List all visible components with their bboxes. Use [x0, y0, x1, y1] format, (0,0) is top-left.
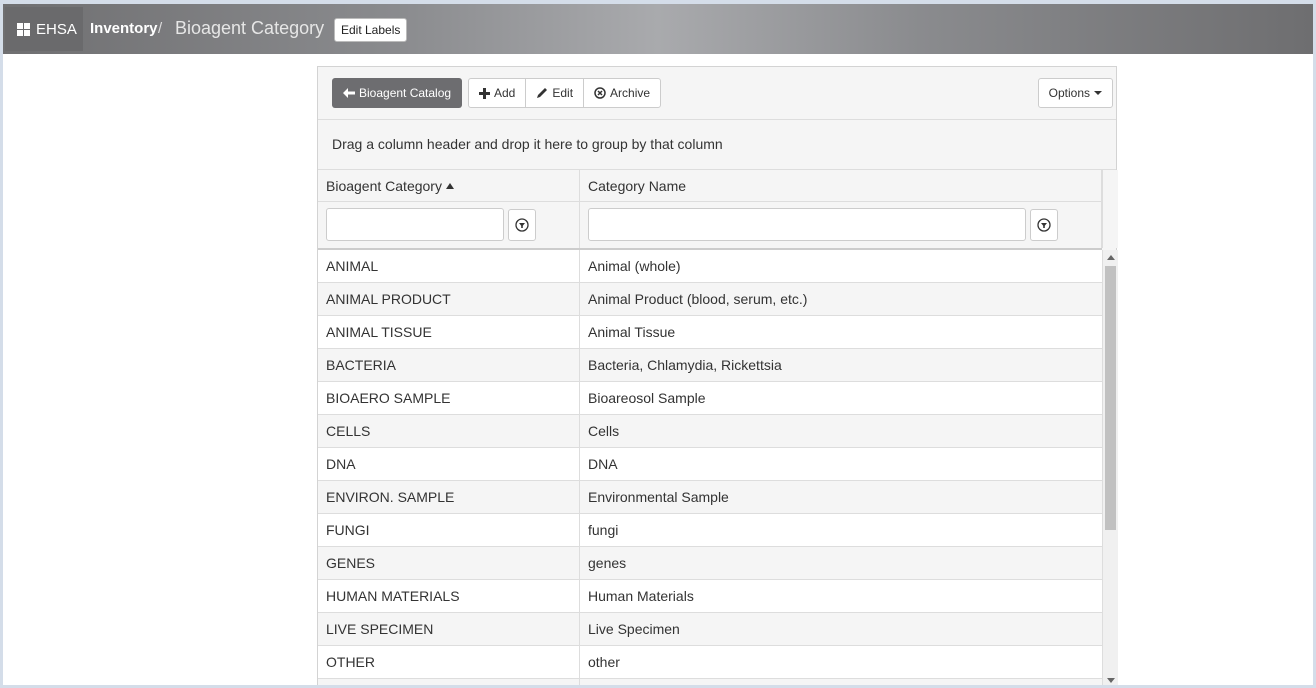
table-row[interactable]: OTHER other	[318, 646, 1102, 679]
table-row[interactable]: LIVE SPECIMEN Live Specimen	[318, 613, 1102, 646]
cell-bioagent-category: ANIMAL	[318, 250, 580, 282]
cell-bioagent-category: BIOAERO SAMPLE	[318, 382, 580, 414]
add-button[interactable]: Add	[468, 78, 527, 108]
grid-body: ANIMAL Animal (whole) ANIMAL PRODUCT Ani…	[318, 250, 1102, 685]
cell-category-name: Cells	[588, 423, 620, 439]
breadcrumb-separator: /	[158, 20, 163, 37]
table-row[interactable]: BACTERIA Bacteria, Chlamydia, Rickettsia	[318, 349, 1102, 382]
cell-category-name: Environmental Sample	[588, 489, 729, 505]
filter-row	[318, 201, 1102, 250]
filter-icon	[515, 218, 529, 232]
caret-down-icon	[1094, 91, 1102, 95]
scroll-down-arrow-icon[interactable]	[1107, 678, 1115, 683]
table-row[interactable]: GENES genes	[318, 547, 1102, 580]
cell-category-name: Live Specimen	[588, 621, 680, 637]
top-nav-bar: EHSA Inventory / Bioagent Category Edit …	[3, 4, 1313, 54]
options-dropdown-button[interactable]: Options	[1037, 78, 1113, 108]
group-drop-zone[interactable]: Drag a column header and drop it here to…	[318, 119, 1116, 170]
cell-bioagent-category: HUMAN MATERIALS	[318, 580, 580, 612]
cell-category-name: Animal (whole)	[588, 258, 681, 274]
table-row[interactable]: BIOAERO SAMPLE Bioareosol Sample	[318, 382, 1102, 415]
header-scroll-spacer	[1102, 170, 1118, 248]
brand-label: EHSA	[36, 20, 77, 38]
table-row[interactable]: FUNGI fungi	[318, 514, 1102, 547]
filter-cell-bioagent-category	[318, 201, 580, 248]
breadcrumb-inventory-link[interactable]: Inventory	[90, 20, 158, 37]
table-row[interactable]: ANIMAL Animal (whole)	[318, 250, 1102, 283]
edit-button[interactable]: Edit	[525, 78, 585, 108]
table-row[interactable]: ANIMAL TISSUE Animal Tissue	[318, 316, 1102, 349]
brand-menu-button[interactable]: EHSA	[5, 7, 83, 51]
filter-menu-button-bioagent-category[interactable]	[508, 209, 536, 241]
cell-category-name: DNA	[588, 456, 618, 472]
options-button-label: Options	[1048, 86, 1090, 100]
archive-button[interactable]: Archive	[583, 78, 662, 108]
filter-icon	[1037, 218, 1051, 232]
action-button-group: Add Edit Archive	[468, 78, 662, 108]
cell-bioagent-category: BACTERIA	[318, 349, 580, 381]
cell-bioagent-category: ANIMAL PRODUCT	[318, 283, 580, 315]
scrollbar-thumb[interactable]	[1105, 266, 1116, 530]
cell-bioagent-category: ANIMAL TISSUE	[318, 316, 580, 348]
table-row[interactable]: ENVIRON. SAMPLE Environmental Sample	[318, 481, 1102, 514]
scroll-up-arrow-icon[interactable]	[1107, 255, 1115, 260]
cell-bioagent-category: OTHER	[318, 646, 580, 678]
cell-category-name: Animal Product (blood, serum, etc.)	[588, 291, 808, 307]
cell-category-name: genes	[588, 555, 627, 571]
cell-category-name: fungi	[588, 522, 619, 538]
vertical-scrollbar[interactable]	[1102, 250, 1118, 685]
archive-button-label: Archive	[610, 86, 651, 100]
cell-bioagent-category	[318, 679, 580, 685]
grid-panel: Bioagent Catalog Add Edit Archive Option…	[317, 66, 1118, 685]
cell-category-name: other	[588, 654, 620, 670]
plus-icon	[479, 87, 490, 99]
grid-header: Bioagent Category Category Name	[318, 170, 1102, 202]
page-title: Bioagent Category	[175, 18, 325, 38]
cell-bioagent-category: CELLS	[318, 415, 580, 447]
back-to-bioagent-catalog-button[interactable]: Bioagent Catalog	[332, 78, 463, 108]
cell-bioagent-category: LIVE SPECIMEN	[318, 613, 580, 645]
table-row[interactable]	[318, 679, 1102, 685]
cell-category-name: Bacteria, Chlamydia, Rickettsia	[588, 357, 782, 373]
filter-menu-button-category-name[interactable]	[1030, 209, 1058, 241]
filter-input-bioagent-category[interactable]	[326, 208, 504, 241]
table-row[interactable]: DNA DNA	[318, 448, 1102, 481]
cell-bioagent-category: DNA	[318, 448, 580, 480]
column-header-category-name[interactable]: Category Name	[580, 170, 1102, 201]
grid-toolbar: Bioagent Catalog Add Edit Archive Option…	[318, 67, 1116, 120]
filter-input-category-name[interactable]	[588, 208, 1026, 241]
cell-category-name: Bioareosol Sample	[588, 390, 706, 406]
back-button-label: Bioagent Catalog	[359, 86, 452, 100]
circle-x-icon	[594, 87, 606, 99]
cell-bioagent-category: FUNGI	[318, 514, 580, 546]
grid-icon	[17, 22, 30, 36]
edit-labels-button[interactable]: Edit Labels	[334, 18, 408, 42]
edit-button-label: Edit	[552, 86, 574, 100]
cell-category-name: Human Materials	[588, 588, 694, 604]
table-row[interactable]: CELLS Cells	[318, 415, 1102, 448]
table-row[interactable]: ANIMAL PRODUCT Animal Product (blood, se…	[318, 283, 1102, 316]
cell-bioagent-category: ENVIRON. SAMPLE	[318, 481, 580, 513]
cell-bioagent-category: GENES	[318, 547, 580, 579]
pencil-icon	[537, 88, 548, 98]
add-button-label: Add	[494, 86, 516, 100]
column-header-label: Bioagent Category	[326, 177, 442, 194]
column-header-bioagent-category[interactable]: Bioagent Category	[318, 170, 580, 201]
cell-category-name	[580, 679, 1102, 685]
app-window: EHSA Inventory / Bioagent Category Edit …	[3, 4, 1313, 685]
cell-category-name: Animal Tissue	[588, 324, 676, 340]
column-header-label: Category Name	[588, 177, 687, 194]
table-row[interactable]: HUMAN MATERIALS Human Materials	[318, 580, 1102, 613]
arrow-left-icon	[343, 88, 355, 98]
group-hint-text: Drag a column header and drop it here to…	[332, 136, 723, 152]
filter-cell-category-name	[580, 201, 1102, 248]
sort-ascending-icon	[445, 182, 454, 189]
